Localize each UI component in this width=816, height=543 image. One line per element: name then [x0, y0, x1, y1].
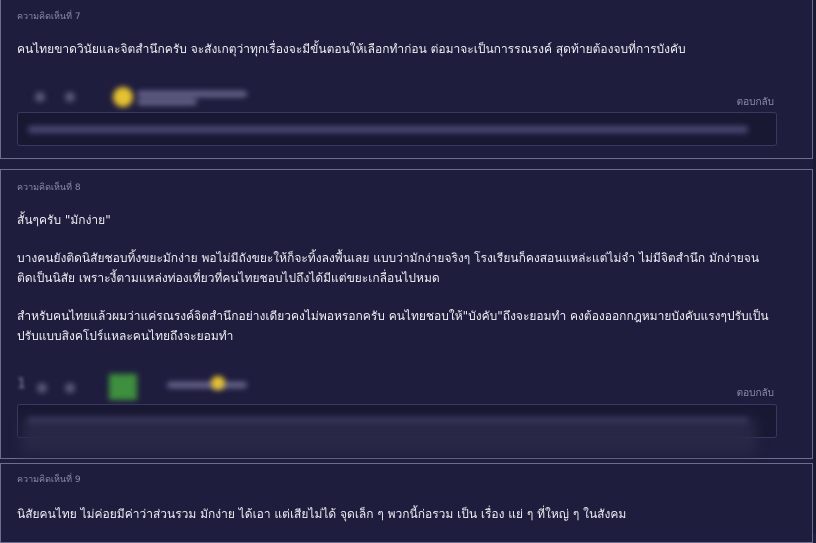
- comment-paragraph: คนไทยขาดวินัยและจิตสำนึกครับ จะสังเกตุว่…: [17, 42, 686, 56]
- avatar[interactable]: [113, 87, 133, 107]
- comment-7: ความคิดเห็นที่ 7 คนไทยขาดวินัยและจิตสำนึ…: [0, 0, 813, 159]
- avatar[interactable]: [109, 374, 137, 400]
- comment-paragraph: บางคนยังติดนิสัยชอบทิ้งขยะมักง่าย พอไม่ม…: [17, 251, 760, 285]
- comment-label: ความคิดเห็นที่ 9: [17, 475, 81, 485]
- comment-paragraph: นิสัยคนไทย ไม่ค่อยมีค่าว่าส่วนรวม มักง่า…: [17, 507, 627, 521]
- comment-body: สั้นๆครับ "มักง่าย" บางคนยังติดนิสัยชอบท…: [17, 210, 787, 364]
- comment-label: ความคิดเห็นที่ 8: [17, 183, 81, 193]
- reply-link[interactable]: ตอบกลับ: [737, 386, 774, 401]
- comment-label: ความคิดเห็นที่ 7: [17, 12, 81, 22]
- comment-body: คนไทยขาดวินัยและจิตสำนึกครับ จะสังเกตุว่…: [17, 39, 787, 77]
- comment-paragraph: สั้นๆครับ "มักง่าย": [17, 213, 111, 227]
- reply-input[interactable]: [17, 112, 777, 146]
- comment-body: นิสัยคนไทย ไม่ค่อยมีค่าว่าส่วนรวม มักง่า…: [17, 504, 787, 542]
- comment-meta-row: [17, 87, 277, 107]
- comment-paragraph: สำหรับคนไทยแล้วผมว่าแค่รณรงค์จิตสำนึกอย่…: [17, 309, 769, 343]
- reply-link[interactable]: ตอบกลับ: [737, 95, 774, 110]
- blurred-overlay: [22, 418, 756, 454]
- comment-8: ความคิดเห็นที่ 8 สั้นๆครับ "มักง่าย" บาง…: [0, 169, 813, 459]
- badge-icon: [211, 376, 225, 390]
- comment-meta-row: [17, 378, 277, 398]
- comment-9: ความคิดเห็นที่ 9 นิสัยคนไทย ไม่ค่อยมีค่า…: [0, 463, 813, 543]
